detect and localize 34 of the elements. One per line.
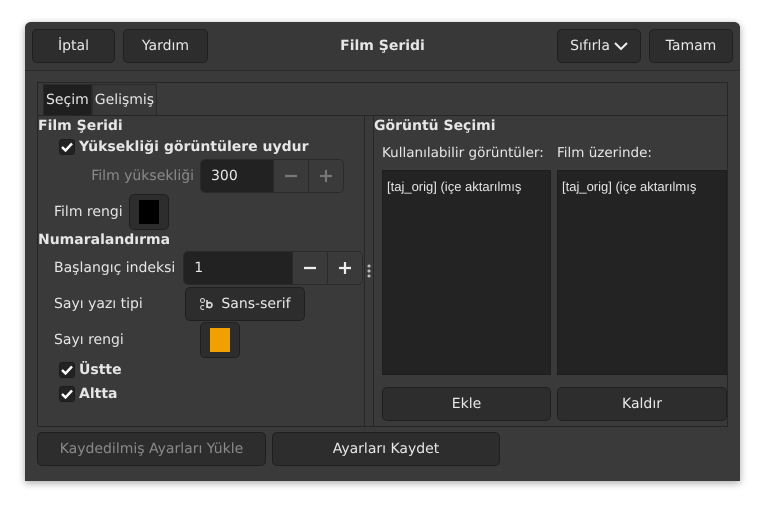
color-button[interactable] [200, 322, 240, 358]
field-label: Başlangıç indeksi [54, 260, 176, 276]
font-button[interactable]: Sans-serif [185, 287, 305, 321]
reset-button[interactable]: Sıfırla [557, 29, 641, 63]
checkbox-label: Yüksekliği görüntülere uydur [79, 139, 309, 155]
checkbox-label: Üstte [79, 362, 122, 378]
checkbox[interactable] [59, 362, 75, 378]
field-label: Sayı yazı tipi [54, 296, 144, 312]
header-button[interactable]: Yardım [123, 29, 208, 63]
drag-handle-icon[interactable] [367, 263, 371, 279]
section-heading: Film Şeridi [38, 117, 123, 136]
footer-button[interactable]: Ayarları Kaydet [272, 432, 500, 466]
color-button[interactable] [128, 194, 169, 230]
section-heading: Görüntü Seçimi [374, 117, 496, 136]
checkbox[interactable] [59, 139, 75, 155]
checkbox[interactable] [59, 386, 75, 402]
section-heading: Numaralandırma [38, 231, 170, 250]
font-icon [199, 297, 214, 311]
field-label: Film yüksekliği [90, 168, 194, 184]
field-label: Sayı rengi [54, 332, 125, 348]
tab[interactable]: Seçim [43, 84, 92, 115]
chevron-icon [614, 41, 628, 51]
list-label: Film üzerinde: [557, 144, 653, 163]
tab[interactable]: Gelişmiş [92, 84, 158, 115]
ok-button[interactable]: Tamam [649, 29, 733, 63]
list-item[interactable]: [taj_orig] (içe aktarılmış [558, 171, 726, 202]
list-button[interactable]: Ekle [382, 387, 551, 421]
list-button[interactable]: Kaldır [557, 387, 727, 421]
header-button[interactable]: İptal [32, 29, 115, 63]
checkbox-label: Altta [79, 386, 118, 402]
window-title: Film Şeridi [339, 38, 426, 54]
list-item[interactable]: [taj_orig] (içe aktarılmış [383, 171, 550, 202]
list-label: Kullanılabilir görüntüler: [382, 144, 545, 163]
field-label: Film rengi [54, 204, 123, 220]
